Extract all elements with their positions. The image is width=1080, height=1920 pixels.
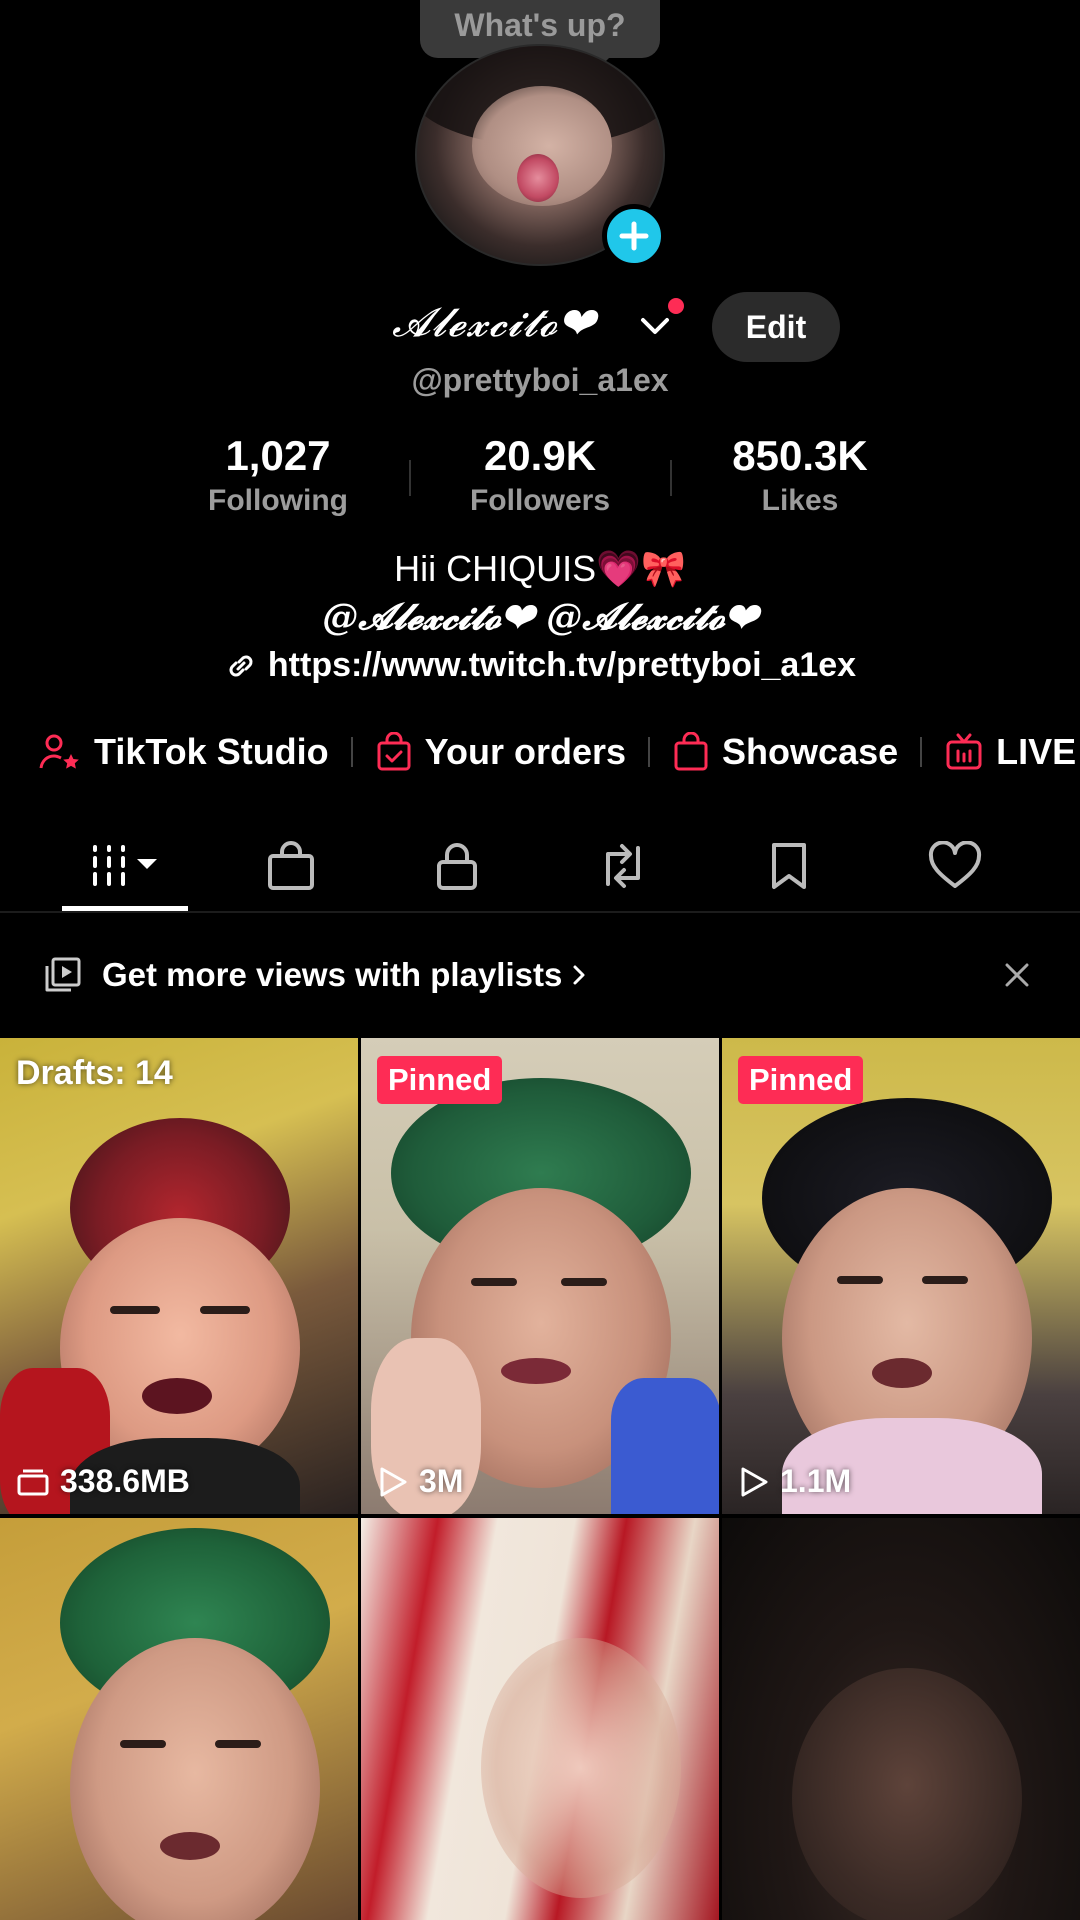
play-icon bbox=[380, 1467, 407, 1496]
stat-value: 1,027 bbox=[225, 432, 331, 479]
drafts-size-text: 338.6MB bbox=[60, 1463, 190, 1499]
chevron-right-icon bbox=[573, 965, 585, 985]
shortcut-label: LIVE bbox=[996, 731, 1077, 772]
thumbnail-mouth bbox=[142, 1378, 212, 1414]
bookmark-icon bbox=[772, 843, 806, 889]
stat-label: Followers bbox=[469, 484, 611, 517]
view-count-text: 1.1M bbox=[780, 1463, 852, 1499]
view-count: 1.1M bbox=[738, 1463, 851, 1500]
play-icon bbox=[741, 1467, 768, 1496]
shortcut-label: TikTok Studio bbox=[94, 731, 329, 772]
thumbnail-mouth bbox=[872, 1358, 932, 1388]
heart-icon bbox=[928, 841, 982, 888]
shortcut-tiktok-studio[interactable]: TikTok Studio bbox=[38, 731, 329, 773]
thumbnail-blur bbox=[481, 1638, 681, 1898]
thumbnail-mouth bbox=[160, 1832, 220, 1860]
drafts-folder-icon bbox=[17, 1469, 49, 1495]
tab-shop[interactable] bbox=[208, 820, 374, 912]
video-thumbnail[interactable]: Pinned 3M bbox=[361, 1038, 719, 1514]
thumbnail-face bbox=[70, 1638, 320, 1920]
stat-label: Following bbox=[208, 484, 348, 517]
display-name[interactable]: 𝓐𝓵𝓮𝔁𝓬𝓲𝓽𝓸❤ bbox=[392, 300, 596, 346]
shortcut-live[interactable]: LIVE bbox=[944, 731, 1076, 773]
shortcut-your-orders[interactable]: Your orders bbox=[375, 731, 626, 773]
tab-videos[interactable] bbox=[42, 820, 208, 912]
thumbnail-eye bbox=[200, 1306, 250, 1314]
thumbnail-eye bbox=[561, 1278, 607, 1286]
thumbnail-eye bbox=[837, 1276, 883, 1284]
stat-followers[interactable]: 20.9K Followers bbox=[410, 432, 670, 518]
thumbnail-shirt bbox=[611, 1378, 719, 1514]
chevron-down-icon[interactable] bbox=[638, 314, 672, 338]
person-star-icon bbox=[39, 734, 79, 769]
video-thumbnail[interactable] bbox=[722, 1518, 1080, 1920]
tooltip-text: What's up? bbox=[454, 7, 626, 43]
thumbnail-eye bbox=[471, 1278, 517, 1286]
shop-bag-icon bbox=[268, 841, 314, 890]
thumbnail-eye bbox=[110, 1306, 160, 1314]
tab-favorites[interactable] bbox=[706, 820, 872, 912]
avatar-add-button[interactable] bbox=[602, 204, 666, 268]
username: @prettyboi_a1ex bbox=[411, 362, 669, 398]
lock-icon bbox=[437, 843, 477, 890]
avatar-lips bbox=[517, 154, 559, 202]
bag-check-icon bbox=[377, 732, 411, 771]
shortcut-divider bbox=[648, 737, 651, 767]
shortcut-label: Your orders bbox=[424, 731, 627, 772]
view-count-text: 3M bbox=[419, 1463, 464, 1499]
bio-link[interactable]: https://www.twitch.tv/prettyboi_a1ex bbox=[0, 646, 1080, 685]
edit-profile-button[interactable]: Edit bbox=[712, 292, 840, 362]
thumbnail-mouth bbox=[501, 1358, 571, 1384]
tab-private[interactable] bbox=[374, 820, 540, 912]
bio-link-text: https://www.twitch.tv/prettyboi_a1ex bbox=[267, 646, 857, 684]
profile-tabs bbox=[0, 820, 1080, 912]
bio-mentions[interactable]: @𝓐𝓵𝓮𝔁𝓬𝓲𝓽𝓸❤ @𝓐𝓵𝓮𝔁𝓬𝓲𝓽𝓸❤ bbox=[0, 596, 1080, 639]
grid-videos-icon bbox=[93, 845, 157, 886]
stat-value: 850.3K bbox=[732, 432, 868, 479]
shortcut-label: Showcase bbox=[722, 731, 899, 772]
playlist-banner[interactable]: Get more views with playlists bbox=[0, 913, 1080, 1037]
playlist-icon bbox=[45, 957, 81, 992]
notification-dot bbox=[668, 298, 684, 314]
stat-value: 20.9K bbox=[483, 432, 597, 479]
thumbnail-face bbox=[792, 1668, 1022, 1920]
drafts-size: 338.6MB bbox=[16, 1463, 190, 1500]
tab-reposts[interactable] bbox=[540, 820, 706, 912]
shopping-bag-icon bbox=[674, 732, 708, 771]
thumbnail-eye bbox=[922, 1276, 968, 1284]
video-thumbnail[interactable]: Pinned 1.1M bbox=[722, 1038, 1080, 1514]
pinned-badge: Pinned bbox=[377, 1056, 503, 1104]
close-icon[interactable] bbox=[1002, 960, 1032, 990]
profile-shortcuts: TikTok Studio Your orders Showcase LIVE bbox=[38, 726, 1076, 778]
thumbnail-eye bbox=[120, 1740, 166, 1748]
stat-likes[interactable]: 850.3K Likes bbox=[670, 432, 930, 518]
bio-line: Hii CHIQUIS💗🎀 bbox=[394, 548, 686, 589]
shortcut-divider bbox=[350, 737, 353, 767]
shortcut-divider bbox=[920, 737, 923, 767]
view-count: 3M bbox=[377, 1463, 463, 1500]
playlist-banner-text: Get more views with playlists bbox=[102, 956, 563, 993]
video-thumbnail[interactable] bbox=[0, 1518, 358, 1920]
stat-following[interactable]: 1,027 Following bbox=[148, 432, 408, 518]
video-thumbnail[interactable] bbox=[361, 1518, 719, 1920]
video-thumbnail-drafts[interactable]: Drafts: 14 338.6MB bbox=[0, 1038, 358, 1514]
drafts-count: Drafts: 14 bbox=[16, 1054, 173, 1092]
tab-liked[interactable] bbox=[872, 820, 1038, 912]
tv-icon bbox=[946, 733, 982, 770]
stat-label: Likes bbox=[761, 484, 839, 517]
shortcut-showcase[interactable]: Showcase bbox=[672, 731, 898, 773]
plus-icon bbox=[619, 221, 649, 251]
link-icon bbox=[229, 655, 253, 676]
repost-icon bbox=[606, 844, 640, 888]
pinned-badge: Pinned bbox=[738, 1056, 864, 1104]
thumbnail-eye bbox=[215, 1740, 261, 1748]
